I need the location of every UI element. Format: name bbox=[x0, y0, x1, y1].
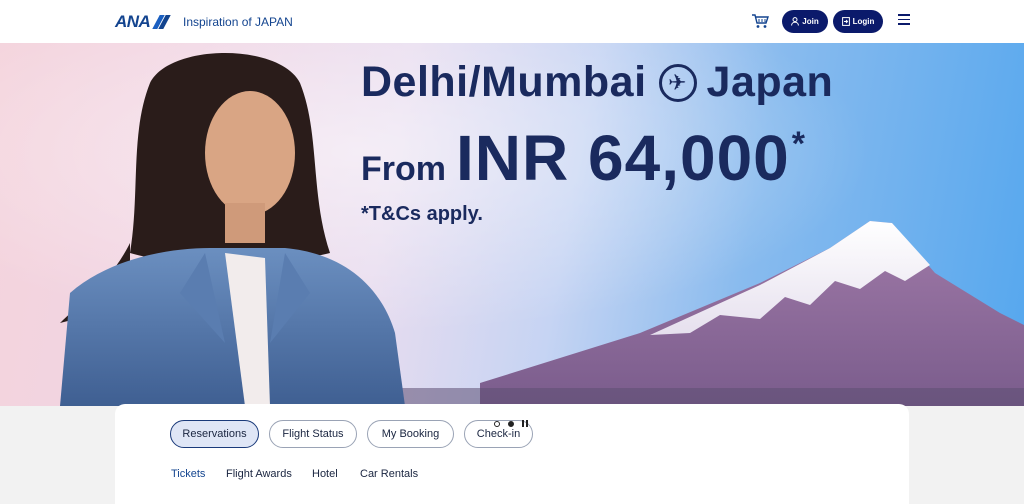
route-to: Japan bbox=[706, 58, 834, 106]
price-value: INR 64,000 bbox=[456, 122, 790, 194]
logo-text: ANA bbox=[115, 12, 151, 31]
carousel-controls bbox=[494, 420, 529, 427]
hamburger-menu-icon[interactable] bbox=[898, 14, 910, 25]
hero-route: Delhi/Mumbai ✈ Japan bbox=[361, 58, 833, 107]
cart-icon[interactable] bbox=[751, 13, 769, 29]
subnav-car-rentals[interactable]: Car Rentals bbox=[360, 468, 418, 480]
price-asterisk: * bbox=[791, 125, 805, 163]
tab-flight-status[interactable]: Flight Status bbox=[269, 420, 357, 448]
carousel-dot-1[interactable] bbox=[494, 420, 500, 427]
login-label: Login bbox=[852, 17, 875, 26]
from-label: From bbox=[361, 150, 446, 188]
pause-icon[interactable] bbox=[522, 420, 529, 427]
route-from: Delhi/Mumbai bbox=[361, 58, 647, 106]
tab-reservations[interactable]: Reservations bbox=[170, 420, 259, 448]
login-button[interactable]: Login bbox=[833, 10, 883, 33]
ana-logo[interactable]: ANA bbox=[115, 12, 172, 32]
logo-stripes-icon bbox=[151, 15, 172, 29]
join-label: Join bbox=[802, 17, 819, 26]
subnav-hotel[interactable]: Hotel bbox=[312, 468, 338, 480]
subnav-tickets[interactable]: Tickets bbox=[171, 468, 205, 480]
airplane-icon: ✈ bbox=[658, 63, 697, 102]
booking-panel: Reservations Flight Status My Booking Ch… bbox=[115, 404, 909, 504]
carousel-dot-2[interactable] bbox=[508, 420, 514, 427]
hero-price: From INR 64,000 * bbox=[361, 121, 805, 195]
tagline[interactable]: Inspiration of JAPAN bbox=[183, 15, 293, 29]
terms-note: *T&Cs apply. bbox=[361, 203, 483, 225]
tab-my-booking[interactable]: My Booking bbox=[367, 420, 454, 448]
subnav-flight-awards[interactable]: Flight Awards bbox=[226, 468, 292, 480]
join-button[interactable]: Join bbox=[782, 10, 828, 33]
user-icon bbox=[791, 17, 800, 26]
login-icon bbox=[841, 17, 850, 26]
site-header: ANA Inspiration of JAPAN Join Login bbox=[0, 0, 1024, 43]
hero-banner[interactable]: Delhi/Mumbai ✈ Japan From INR 64,000 * *… bbox=[0, 43, 1024, 406]
